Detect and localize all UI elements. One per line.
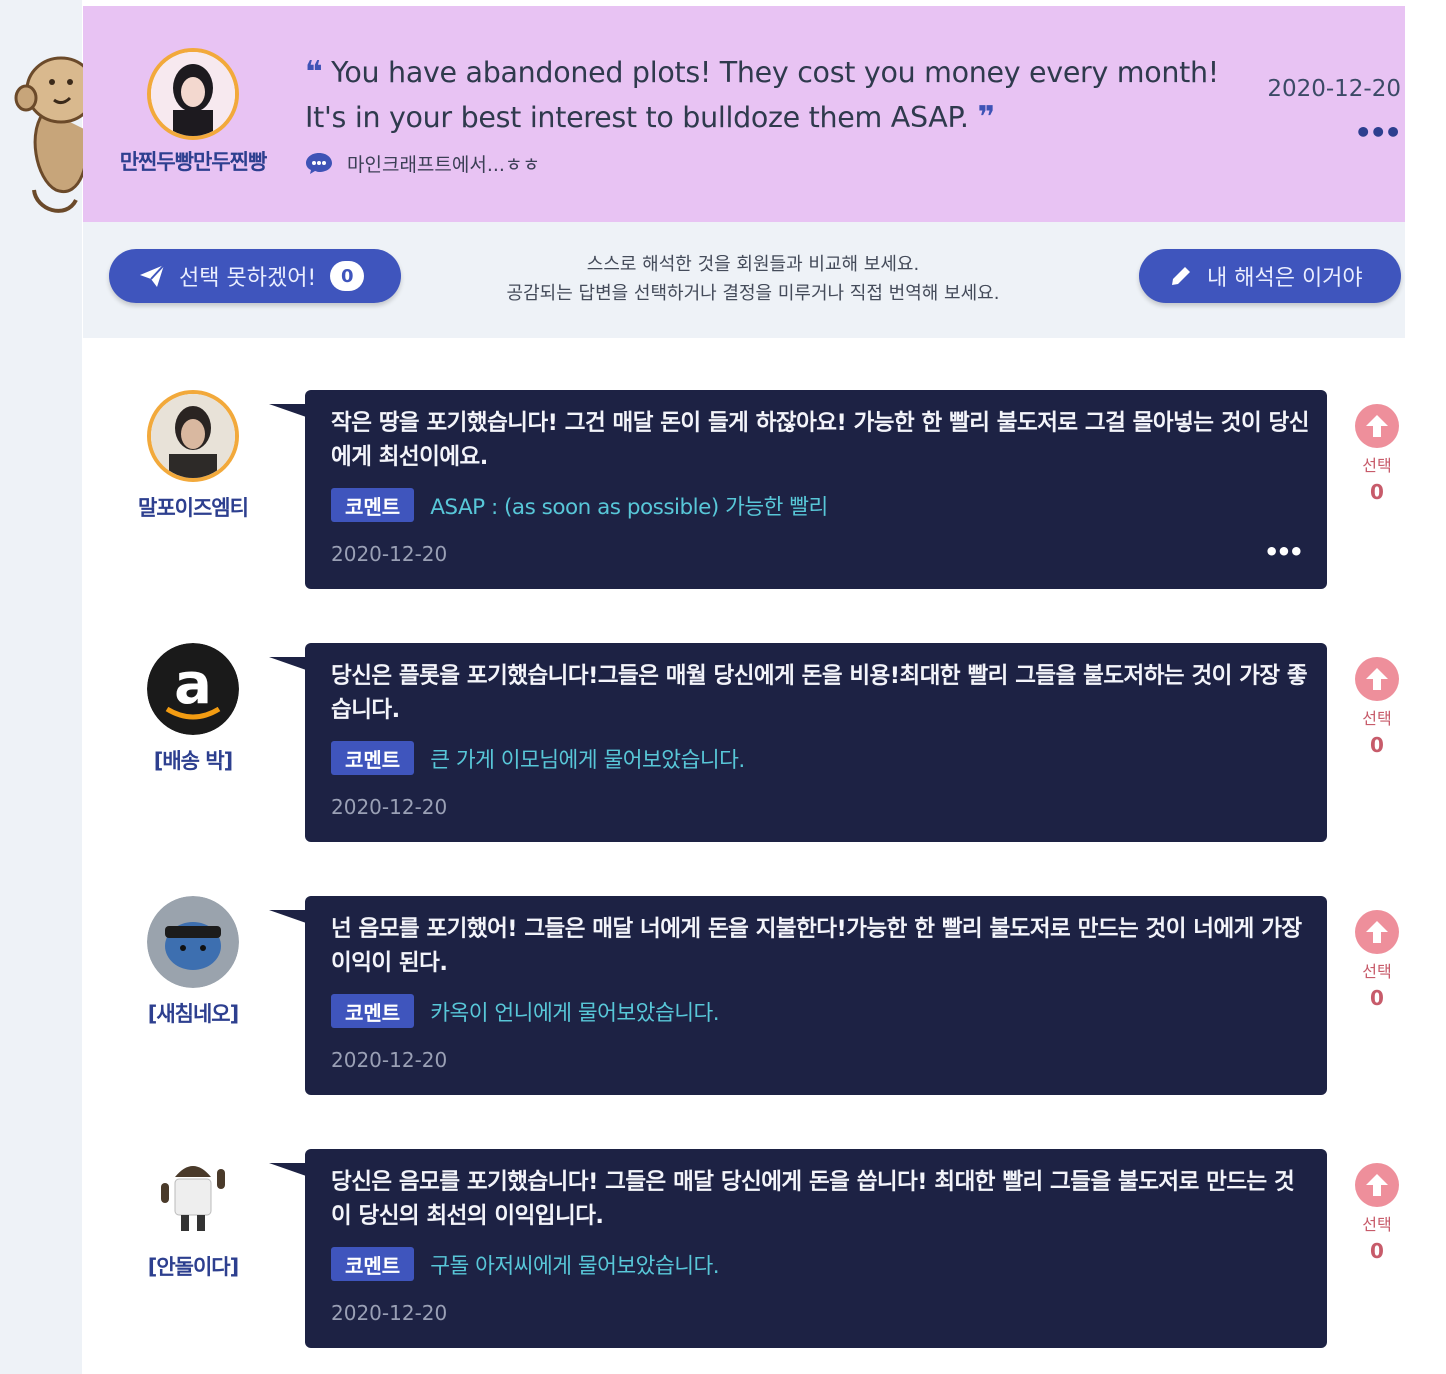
cannot-choose-button[interactable]: 선택 못하겠어! 0: [109, 249, 401, 303]
answer-avatar[interactable]: [147, 390, 239, 482]
answer-bubble: 당신은 플롯을 포기했습니다!그들은 매월 당신에게 돈을 비용!최대한 빨리 …: [305, 643, 1327, 842]
vote-label: 선택: [1362, 709, 1392, 728]
answer-date: 2020-12-20: [331, 795, 448, 819]
portrait-icon: [151, 394, 235, 478]
cannot-choose-count: 0: [330, 261, 365, 291]
chat-bubble-icon: [306, 153, 332, 174]
answer-text: 작은 땅을 포기했습니다! 그건 매달 돈이 들게 하잖아요! 가능한 한 빨리…: [331, 410, 1309, 470]
comment-text: ASAP : (as soon as possible) 가능한 빨리: [430, 494, 828, 520]
paper-plane-icon: [140, 264, 165, 287]
comment-tag: 코멘트: [331, 994, 415, 1028]
vote-label: 선택: [1362, 456, 1392, 475]
vote-label: 선택: [1362, 1215, 1392, 1234]
close-quote-icon: ❞: [977, 100, 995, 135]
answer-bubble: 작은 땅을 포기했습니다! 그건 매달 돈이 들게 하잖아요! 가능한 한 빨리…: [305, 390, 1327, 589]
more-options-icon[interactable]: •••: [1264, 538, 1304, 566]
svg-text:a: a: [174, 652, 212, 717]
upvote-icon[interactable]: [1355, 1163, 1399, 1207]
select-vote[interactable]: 선택 0: [1353, 1163, 1401, 1263]
answer-item: [안돌이다] 당신은 음모를 포기했습니다! 그들은 매달 당신에게 돈을 씁니…: [83, 1149, 1405, 1349]
question-date: 2020-12-20: [1267, 76, 1401, 102]
my-translation-button[interactable]: 내 해석은 이거야: [1139, 249, 1401, 303]
upvote-icon[interactable]: [1355, 404, 1399, 448]
quote-source: 마인크래프트에서...ㅎㅎ: [305, 148, 540, 178]
answer-bubble: 넌 음모를 포기했어! 그들은 매달 너에게 돈을 지불한다!가능한 한 빨리 …: [305, 896, 1327, 1095]
answer-date: 2020-12-20: [331, 542, 448, 566]
answer-avatar[interactable]: a: [147, 643, 239, 735]
original-quote: ❝ You have abandoned plots! They cost yo…: [305, 50, 1265, 140]
answer-list: 말포이즈엠티 작은 땅을 포기했습니다! 그건 매달 돈이 들게 하잖아요! 가…: [83, 338, 1405, 1374]
guide-line-1: 스스로 해석한 것을 회원들과 비교해 보세요.: [586, 254, 920, 275]
action-bar: 선택 못하겠어! 0 스스로 해석한 것을 회원들과 비교해 보세요. 공감되는…: [83, 222, 1405, 338]
vote-count: 0: [1370, 1239, 1384, 1263]
bubble-tail: [269, 404, 309, 442]
my-translation-label: 내 해석은 이거야: [1207, 266, 1363, 291]
answer-comment: 코멘트 큰 가게 이모님에게 물어보았습니다.: [331, 741, 745, 775]
answer-text: 당신은 음모를 포기했습니다! 그들은 매달 당신에게 돈을 씁니다! 최대한 …: [331, 1169, 1295, 1229]
cannot-choose-label: 선택 못하겠어!: [179, 266, 317, 291]
comment-text: 큰 가게 이모님에게 물어보았습니다.: [430, 747, 745, 773]
comment-text: 카옥이 언니에게 물어보았습니다.: [430, 1000, 720, 1026]
answer-bubble: 당신은 음모를 포기했습니다! 그들은 매달 당신에게 돈을 씁니다! 최대한 …: [305, 1149, 1327, 1348]
upvote-icon[interactable]: [1355, 657, 1399, 701]
select-vote[interactable]: 선택 0: [1353, 910, 1401, 1010]
answer-author[interactable]: [배송 박]: [93, 745, 293, 775]
portrait-icon: [151, 52, 235, 136]
answer-text: 넌 음모를 포기했어! 그들은 매달 너에게 돈을 지불한다!가능한 한 빨리 …: [331, 916, 1302, 976]
answer-author[interactable]: [새침네오]: [93, 998, 293, 1028]
answer-item: [새침네오] 넌 음모를 포기했어! 그들은 매달 너에게 돈을 지불한다!가능…: [83, 896, 1405, 1096]
vote-count: 0: [1370, 733, 1384, 757]
answer-comment: 코멘트 ASAP : (as soon as possible) 가능한 빨리: [331, 488, 828, 522]
author-avatar[interactable]: [147, 48, 239, 140]
comment-tag: 코멘트: [331, 1247, 415, 1281]
android-figure-icon: [147, 1149, 239, 1241]
open-quote-icon: ❝: [305, 55, 323, 90]
quote-line-2: It's in your best interest to bulldoze t…: [305, 101, 969, 134]
quote-line-1: You have abandoned plots! They cost you …: [331, 56, 1219, 89]
answer-author[interactable]: 말포이즈엠티: [93, 492, 293, 522]
answer-comment: 코멘트 카옥이 언니에게 물어보았습니다.: [331, 994, 720, 1028]
answer-item: 말포이즈엠티 작은 땅을 포기했습니다! 그건 매달 돈이 들게 하잖아요! 가…: [83, 390, 1405, 590]
answer-item: a [배송 박] 당신은 플롯을 포기했습니다!그들은 매월 당신에게 돈을 비…: [83, 643, 1405, 843]
answer-avatar[interactable]: [147, 1149, 239, 1241]
bubble-tail: [269, 910, 309, 948]
select-vote[interactable]: 선택 0: [1353, 404, 1401, 504]
upvote-icon[interactable]: [1355, 910, 1399, 954]
source-text: 마인크래프트에서...ㅎㅎ: [347, 153, 540, 176]
amazon-logo-icon: a: [147, 643, 239, 735]
answer-avatar[interactable]: [147, 896, 239, 988]
guide-text: 스스로 해석한 것을 회원들과 비교해 보세요. 공감되는 답변을 선택하거나 …: [413, 250, 1093, 308]
answer-text: 당신은 플롯을 포기했습니다!그들은 매월 당신에게 돈을 비용!최대한 빨리 …: [331, 663, 1308, 723]
answer-date: 2020-12-20: [331, 1301, 448, 1325]
comment-tag: 코멘트: [331, 488, 415, 522]
question-card: 만찐두빵만두찐빵 ❝ You have abandoned plots! The…: [83, 6, 1405, 222]
vote-count: 0: [1370, 986, 1384, 1010]
bubble-tail: [269, 1163, 309, 1201]
vote-label: 선택: [1362, 962, 1392, 981]
comment-text: 구돌 아저씨에게 물어보았습니다.: [430, 1253, 720, 1279]
more-options-icon[interactable]: •••: [1354, 116, 1402, 149]
answer-comment: 코멘트 구돌 아저씨에게 물어보았습니다.: [331, 1247, 720, 1281]
comment-tag: 코멘트: [331, 741, 415, 775]
select-vote[interactable]: 선택 0: [1353, 657, 1401, 757]
vote-count: 0: [1370, 480, 1384, 504]
bubble-tail: [269, 657, 309, 695]
character-avatar-icon: [147, 896, 239, 988]
author-name[interactable]: 만찐두빵만두찐빵: [103, 146, 283, 176]
pencil-icon: [1172, 267, 1190, 285]
answer-author[interactable]: [안돌이다]: [93, 1251, 293, 1281]
answer-date: 2020-12-20: [331, 1048, 448, 1072]
guide-line-2: 공감되는 답변을 선택하거나 결정을 미루거나 직접 번역해 보세요.: [506, 283, 1000, 304]
